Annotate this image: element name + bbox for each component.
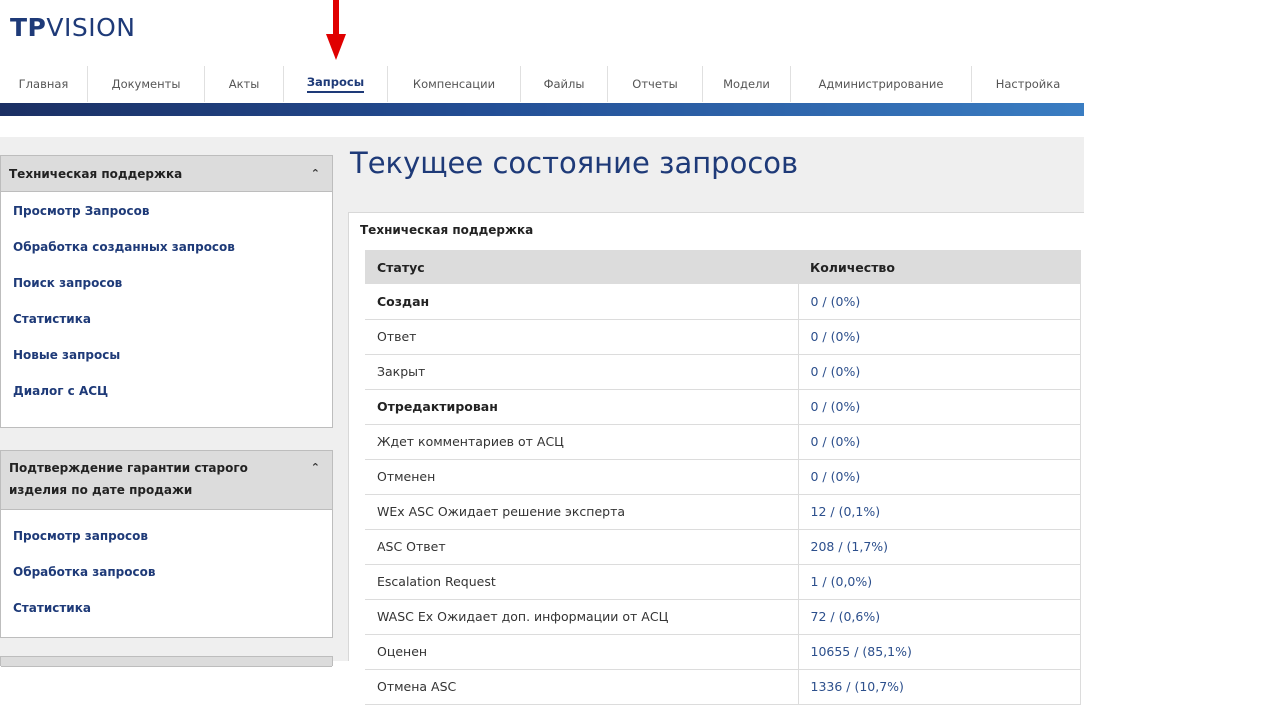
panel-header[interactable]: Техническая поддержка ⌃︎ [1, 156, 332, 192]
nav-item-files[interactable]: Файлы [521, 66, 608, 102]
nav-label: Главная [18, 77, 69, 91]
nav-item-models[interactable]: Модели [703, 66, 791, 102]
table-row: WEx ASC Ожидает решение эксперта 12 / (0,… [365, 494, 1081, 530]
count-cell: 72 / (0,6%) [798, 599, 1081, 635]
count-cell: 0 / (0%) [798, 284, 1081, 320]
nav-item-settings[interactable]: Настройка [972, 66, 1084, 102]
sidebar-link-search-requests[interactable]: Поиск запросов [1, 265, 332, 301]
sidebar-link-view-requests[interactable]: Просмотр Запросов [1, 193, 332, 229]
table-row: Отмена ASC 1336 / (10,7%) [365, 669, 1081, 705]
panel-title-line: изделия по дате продажи [9, 483, 193, 497]
count-cell: 0 / (0%) [798, 459, 1081, 495]
table-row: Закрыт 0 / (0%) [365, 354, 1081, 390]
nav-item-reports[interactable]: Отчеты [608, 66, 703, 102]
nav-item-compensations[interactable]: Компенсации [388, 66, 521, 102]
table-row: Ответ 0 / (0%) [365, 319, 1081, 355]
status-cell: Закрыт [365, 354, 799, 390]
collapse-up-icon[interactable]: ⌃︎ [311, 163, 320, 185]
nav-label: Компенсации [412, 77, 496, 91]
table-header-row: Статус Количество [365, 250, 1081, 284]
panel-title-line: Подтверждение гарантии старого [9, 461, 248, 475]
status-cell: Отменен [365, 459, 799, 495]
status-cell: Создан [365, 284, 799, 320]
red-arrow-annotation-icon [326, 0, 346, 60]
nav-item-requests[interactable]: Запросы [284, 66, 388, 102]
tpvision-logo[interactable]: TPVISION [10, 11, 136, 45]
count-cell: 1336 / (10,7%) [798, 669, 1081, 705]
section-title: Техническая поддержка [360, 223, 534, 237]
table-row: Ждет комментариев от АСЦ 0 / (0%) [365, 424, 1081, 460]
sidebar-panel-partial [0, 656, 333, 667]
status-cell: WASC Ex Ожидает доп. информации от АСЦ [365, 599, 799, 635]
panel-title: Подтверждение гарантии старого изделия п… [9, 457, 248, 501]
sidebar-panel-warranty-confirmation: Подтверждение гарантии старого изделия п… [0, 450, 333, 638]
nav-label: Администрирование [818, 77, 944, 91]
sidebar-link-statistics[interactable]: Статистика [1, 301, 332, 337]
main-nav: Главная Документы Акты Запросы Компенсац… [0, 66, 1084, 102]
table-row: Оценен 10655 / (85,1%) [365, 634, 1081, 670]
logo-text-vision: VISION [46, 13, 136, 42]
table-row: Отменен 0 / (0%) [365, 459, 1081, 495]
header-divider-bar [0, 103, 1084, 116]
status-cell: Оценен [365, 634, 799, 670]
count-cell: 0 / (0%) [798, 424, 1081, 460]
nav-item-administration[interactable]: Администрирование [791, 66, 972, 102]
column-header-count: Количество [798, 250, 1081, 284]
requests-status-box: Техническая поддержка Статус Количество … [348, 212, 1084, 705]
nav-item-home[interactable]: Главная [0, 66, 88, 102]
nav-label: Документы [111, 77, 181, 91]
nav-item-documents[interactable]: Документы [88, 66, 205, 102]
table-row: ASC Ответ 208 / (1,7%) [365, 529, 1081, 565]
table-row: WASC Ex Ожидает доп. информации от АСЦ 72… [365, 599, 1081, 635]
logo-text-tp: TP [10, 13, 47, 42]
panel-title: Техническая поддержка [9, 166, 183, 181]
status-cell: Отмена ASC [365, 669, 799, 705]
sidebar-link-asc-dialog[interactable]: Диалог с АСЦ [1, 373, 332, 409]
status-table: Статус Количество Создан 0 / (0%) Ответ 0 … [365, 250, 1081, 705]
count-cell: 1 / (0,0%) [798, 564, 1081, 600]
table-row: Escalation Request 1 / (0,0%) [365, 564, 1081, 600]
sidebar-link-process-requests[interactable]: Обработка запросов [1, 554, 332, 590]
page-title: Текущее состояние запросов [350, 146, 799, 180]
panel-header[interactable] [1, 657, 332, 667]
sidebar-link-view-requests[interactable]: Просмотр запросов [1, 518, 332, 554]
count-cell: 208 / (1,7%) [798, 529, 1081, 565]
count-cell: 0 / (0%) [798, 354, 1081, 390]
table-row: Создан 0 / (0%) [365, 284, 1081, 320]
count-cell: 10655 / (85,1%) [798, 634, 1081, 670]
count-cell: 12 / (0,1%) [798, 494, 1081, 530]
count-cell: 0 / (0%) [798, 389, 1081, 425]
collapse-up-icon[interactable]: ⌃︎ [311, 457, 320, 479]
status-cell: Отредактирован [365, 389, 799, 425]
nav-item-acts[interactable]: Акты [205, 66, 284, 102]
sidebar-link-new-requests[interactable]: Новые запросы [1, 337, 332, 373]
nav-label: Файлы [543, 77, 585, 91]
status-cell: ASC Ответ [365, 529, 799, 565]
nav-label: Запросы [306, 75, 365, 93]
table-row: Отредактирован 0 / (0%) [365, 389, 1081, 425]
sidebar-panel-tech-support: Техническая поддержка ⌃︎ Просмотр Запрос… [0, 155, 333, 428]
status-cell: Escalation Request [365, 564, 799, 600]
nav-label: Настройка [995, 77, 1061, 91]
panel-header[interactable]: Подтверждение гарантии старого изделия п… [1, 451, 332, 510]
status-cell: Ждет комментариев от АСЦ [365, 424, 799, 460]
nav-label: Акты [228, 77, 260, 91]
sidebar-link-statistics[interactable]: Статистика [1, 590, 332, 626]
status-cell: WEx ASC Ожидает решение эксперта [365, 494, 799, 530]
nav-label: Модели [723, 77, 770, 91]
status-cell: Ответ [365, 319, 799, 355]
sidebar-link-process-created[interactable]: Обработка созданных запросов [1, 229, 332, 265]
nav-label: Отчеты [632, 77, 678, 91]
count-cell: 0 / (0%) [798, 319, 1081, 355]
column-header-status: Статус [365, 250, 798, 284]
